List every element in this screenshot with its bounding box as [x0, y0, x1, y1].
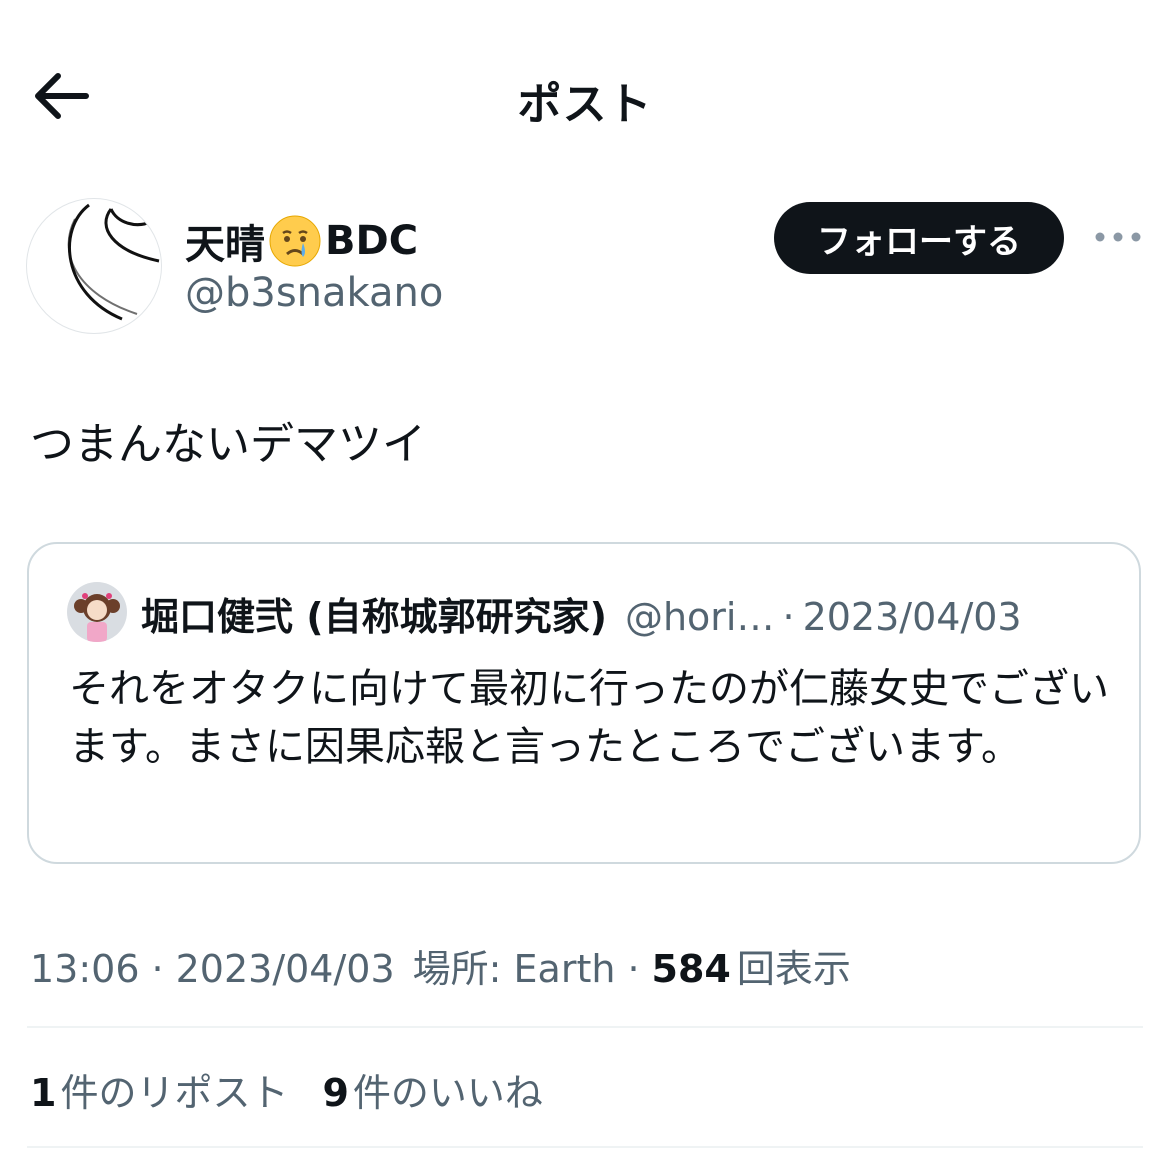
- separator-dot: ·: [782, 595, 795, 639]
- quoted-tweet-text: それをオタクに向けて最初に行ったのが仁藤女史でございます。まさに因果応報と言った…: [69, 666, 1109, 770]
- author-name: 天晴: [185, 222, 265, 268]
- quoted-tweet-card[interactable]: 堀口健弐 (自称城郭研究家) @hori… · 2023/04/03 それをオタ…: [27, 542, 1141, 864]
- divider: [27, 1026, 1143, 1028]
- more-options-button[interactable]: [1092, 222, 1144, 252]
- quoted-tweet-header: 堀口健弐 (自称城郭研究家) @hori… · 2023/04/03: [141, 586, 1022, 641]
- author-handle[interactable]: @b3snakano: [185, 270, 443, 316]
- tweet-time: 13:06: [30, 947, 140, 991]
- author-display-name[interactable]: 天晴 BDC: [185, 212, 418, 270]
- quoted-author-handle: @hori…: [624, 595, 775, 639]
- follow-button[interactable]: フォローする: [774, 202, 1064, 274]
- quoted-tweet-date: 2023/04/03: [802, 595, 1022, 639]
- likes-stat[interactable]: 9 件のいいね: [322, 1062, 542, 1117]
- tweet-location: 場所: Earth: [412, 947, 616, 991]
- likes-count: 9: [322, 1071, 349, 1115]
- likes-label: 件のいいね: [352, 1071, 543, 1115]
- more-horizontal-icon: [1095, 232, 1141, 242]
- avatar-image: [67, 203, 160, 321]
- page-title: ポスト: [517, 79, 653, 130]
- tweet-date: 2023/04/03: [175, 947, 395, 991]
- tweet-text: つまんないデマツイ: [30, 419, 426, 470]
- views-count: 584: [651, 947, 731, 991]
- views-label: 回表示: [736, 947, 851, 991]
- crying-face-emoji-icon: [269, 215, 321, 267]
- author-name-suffix: BDC: [325, 218, 419, 264]
- author-avatar[interactable]: [26, 198, 162, 334]
- quoted-author-name: 堀口健弐 (自称城郭研究家): [141, 595, 607, 639]
- reposts-count: 1: [30, 1071, 57, 1115]
- tweet-meta: 13:06 · 2023/04/03 場所: Earth · 584 回表示: [30, 938, 851, 993]
- reposts-stat[interactable]: 1 件のリポスト: [30, 1062, 288, 1117]
- avatar-image: [67, 582, 127, 642]
- quoted-author-avatar: [67, 582, 127, 642]
- reposts-label: 件のリポスト: [60, 1071, 289, 1115]
- separator-dot: ·: [151, 947, 164, 991]
- separator-dot: ·: [627, 947, 640, 991]
- top-bar: ポスト: [0, 0, 1170, 190]
- divider: [27, 1146, 1143, 1148]
- engagement-stats: 1 件のリポスト 9 件のいいね: [30, 1062, 543, 1117]
